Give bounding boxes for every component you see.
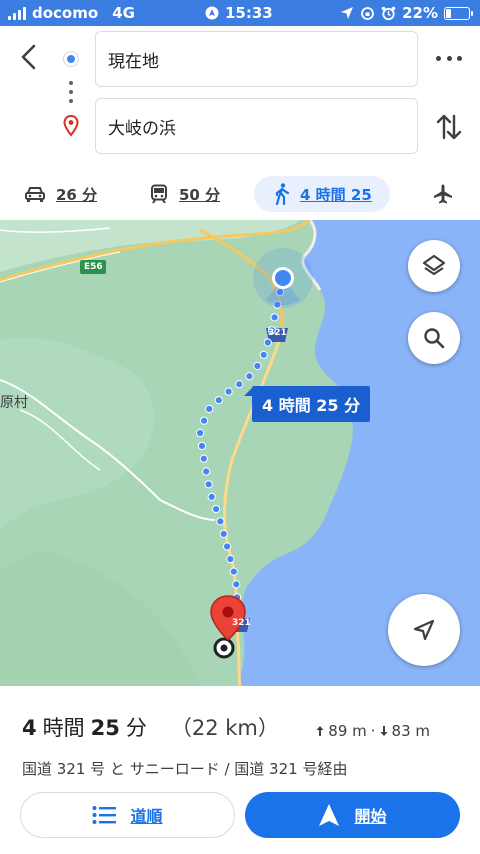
route-dot (214, 396, 223, 405)
map-view[interactable]: E56 321 321 原村 4 時間 25 分 (0, 220, 480, 686)
mode-driving[interactable]: 26 分 (24, 176, 97, 212)
location-arrow-icon (341, 7, 354, 19)
swap-icon (436, 114, 462, 140)
road-shield-321-top: 321 (268, 328, 287, 338)
elevation-separator: · (370, 722, 376, 740)
descent-value: 83 m (391, 722, 430, 740)
descent-icon (380, 726, 388, 736)
location-access-icon (205, 6, 219, 20)
elevation-info: 89 m · 83 m (316, 722, 430, 740)
mode-walking[interactable]: 4 時間 25 (254, 176, 390, 212)
route-dot (270, 313, 279, 322)
destination-text: 大岐の浜 (108, 118, 176, 139)
flight-icon (434, 184, 452, 204)
route-dot (199, 454, 208, 463)
navigation-icon (319, 804, 340, 826)
network-type: 4G (112, 4, 135, 22)
destination-field[interactable]: 大岐の浜 (95, 98, 418, 154)
route-dot (235, 380, 244, 389)
route-dot (229, 567, 238, 576)
battery-percent: 22% (402, 4, 438, 22)
walking-time: 4 時間 25 (300, 185, 372, 204)
navigation-arrow-icon (413, 619, 435, 641)
route-dot (259, 350, 268, 359)
origin-text: 現在地 (108, 51, 159, 72)
more-options-button[interactable] (436, 48, 462, 68)
swap-directions-button[interactable] (434, 110, 464, 144)
steps-button[interactable]: 道順 (20, 792, 235, 838)
route-connector-icon (69, 81, 73, 108)
route-distance: （22 km） (170, 716, 279, 740)
route-duration-callout[interactable]: 4 時間 25 分 (252, 386, 371, 422)
signal-icon (8, 6, 26, 20)
mode-flight[interactable] (432, 176, 454, 212)
start-navigation-button[interactable]: 開始 (245, 792, 460, 838)
route-dot (200, 416, 209, 425)
recenter-button[interactable] (388, 594, 460, 666)
ascent-value: 89 m (328, 722, 367, 740)
destination-pin-icon (63, 115, 79, 137)
travel-mode-bar: 26 分 50 分 4 時間 25 (0, 170, 480, 220)
start-label: 開始 (354, 807, 387, 826)
driving-time: 26 分 (56, 185, 98, 204)
road-shield-e56: E56 (84, 262, 103, 272)
route-dot (232, 580, 241, 589)
walk-icon (275, 183, 290, 205)
route-dot (204, 480, 213, 489)
route-dot (263, 338, 272, 347)
ascent-icon (316, 726, 324, 736)
route-dot (205, 404, 214, 413)
list-icon (92, 806, 117, 824)
route-dot (226, 555, 235, 564)
road-shield-321-bottom: 321 (232, 618, 251, 628)
directions-panel: 現在地 大岐の浜 26 分 50 分 4 時間 25 (0, 26, 480, 220)
route-dot (216, 517, 225, 526)
route-summary: 4 時間 25 分 （22 km） (22, 712, 279, 742)
back-button[interactable] (14, 40, 44, 74)
route-dot (245, 372, 254, 381)
route-dot (212, 505, 221, 514)
rotation-lock-icon (361, 6, 374, 20)
origin-dot-icon (64, 52, 78, 66)
route-dot (196, 428, 205, 438)
duration-hours-unit: 時間 (42, 716, 85, 740)
battery-icon (444, 6, 473, 20)
origin-field[interactable]: 現在地 (95, 31, 418, 87)
route-dot (223, 542, 232, 551)
route-dot (224, 387, 233, 396)
route-dot (197, 441, 207, 450)
route-via: 国道 321 号 と サニーロード / 国道 321 号経由 (22, 760, 348, 778)
layers-icon (422, 254, 446, 276)
back-arrow-icon (21, 44, 36, 70)
duration-minutes: 25 (90, 716, 120, 740)
search-button[interactable] (408, 312, 460, 364)
status-bar: docomo 4G 15:33 22% (0, 0, 480, 26)
route-dot (219, 529, 228, 538)
route-dot (207, 492, 216, 501)
clock: 15:33 (225, 4, 273, 22)
place-label: 原村 (0, 395, 28, 411)
duration-hours: 4 (22, 716, 37, 740)
route-summary-sheet: 4 時間 25 分 （22 km） 89 m · 83 m 国道 321 号 と… (0, 686, 480, 854)
steps-label: 道順 (130, 807, 163, 826)
mode-transit[interactable]: 50 分 (149, 176, 220, 212)
car-icon (25, 187, 45, 202)
route-dot (253, 361, 262, 371)
layers-button[interactable] (408, 240, 460, 292)
duration-minutes-unit: 分 (125, 716, 147, 740)
carrier-name: docomo (32, 4, 99, 22)
route-dot (202, 467, 211, 476)
transit-time: 50 分 (179, 185, 221, 204)
search-icon (424, 328, 445, 349)
train-icon (151, 184, 167, 204)
alarm-icon (381, 6, 396, 20)
